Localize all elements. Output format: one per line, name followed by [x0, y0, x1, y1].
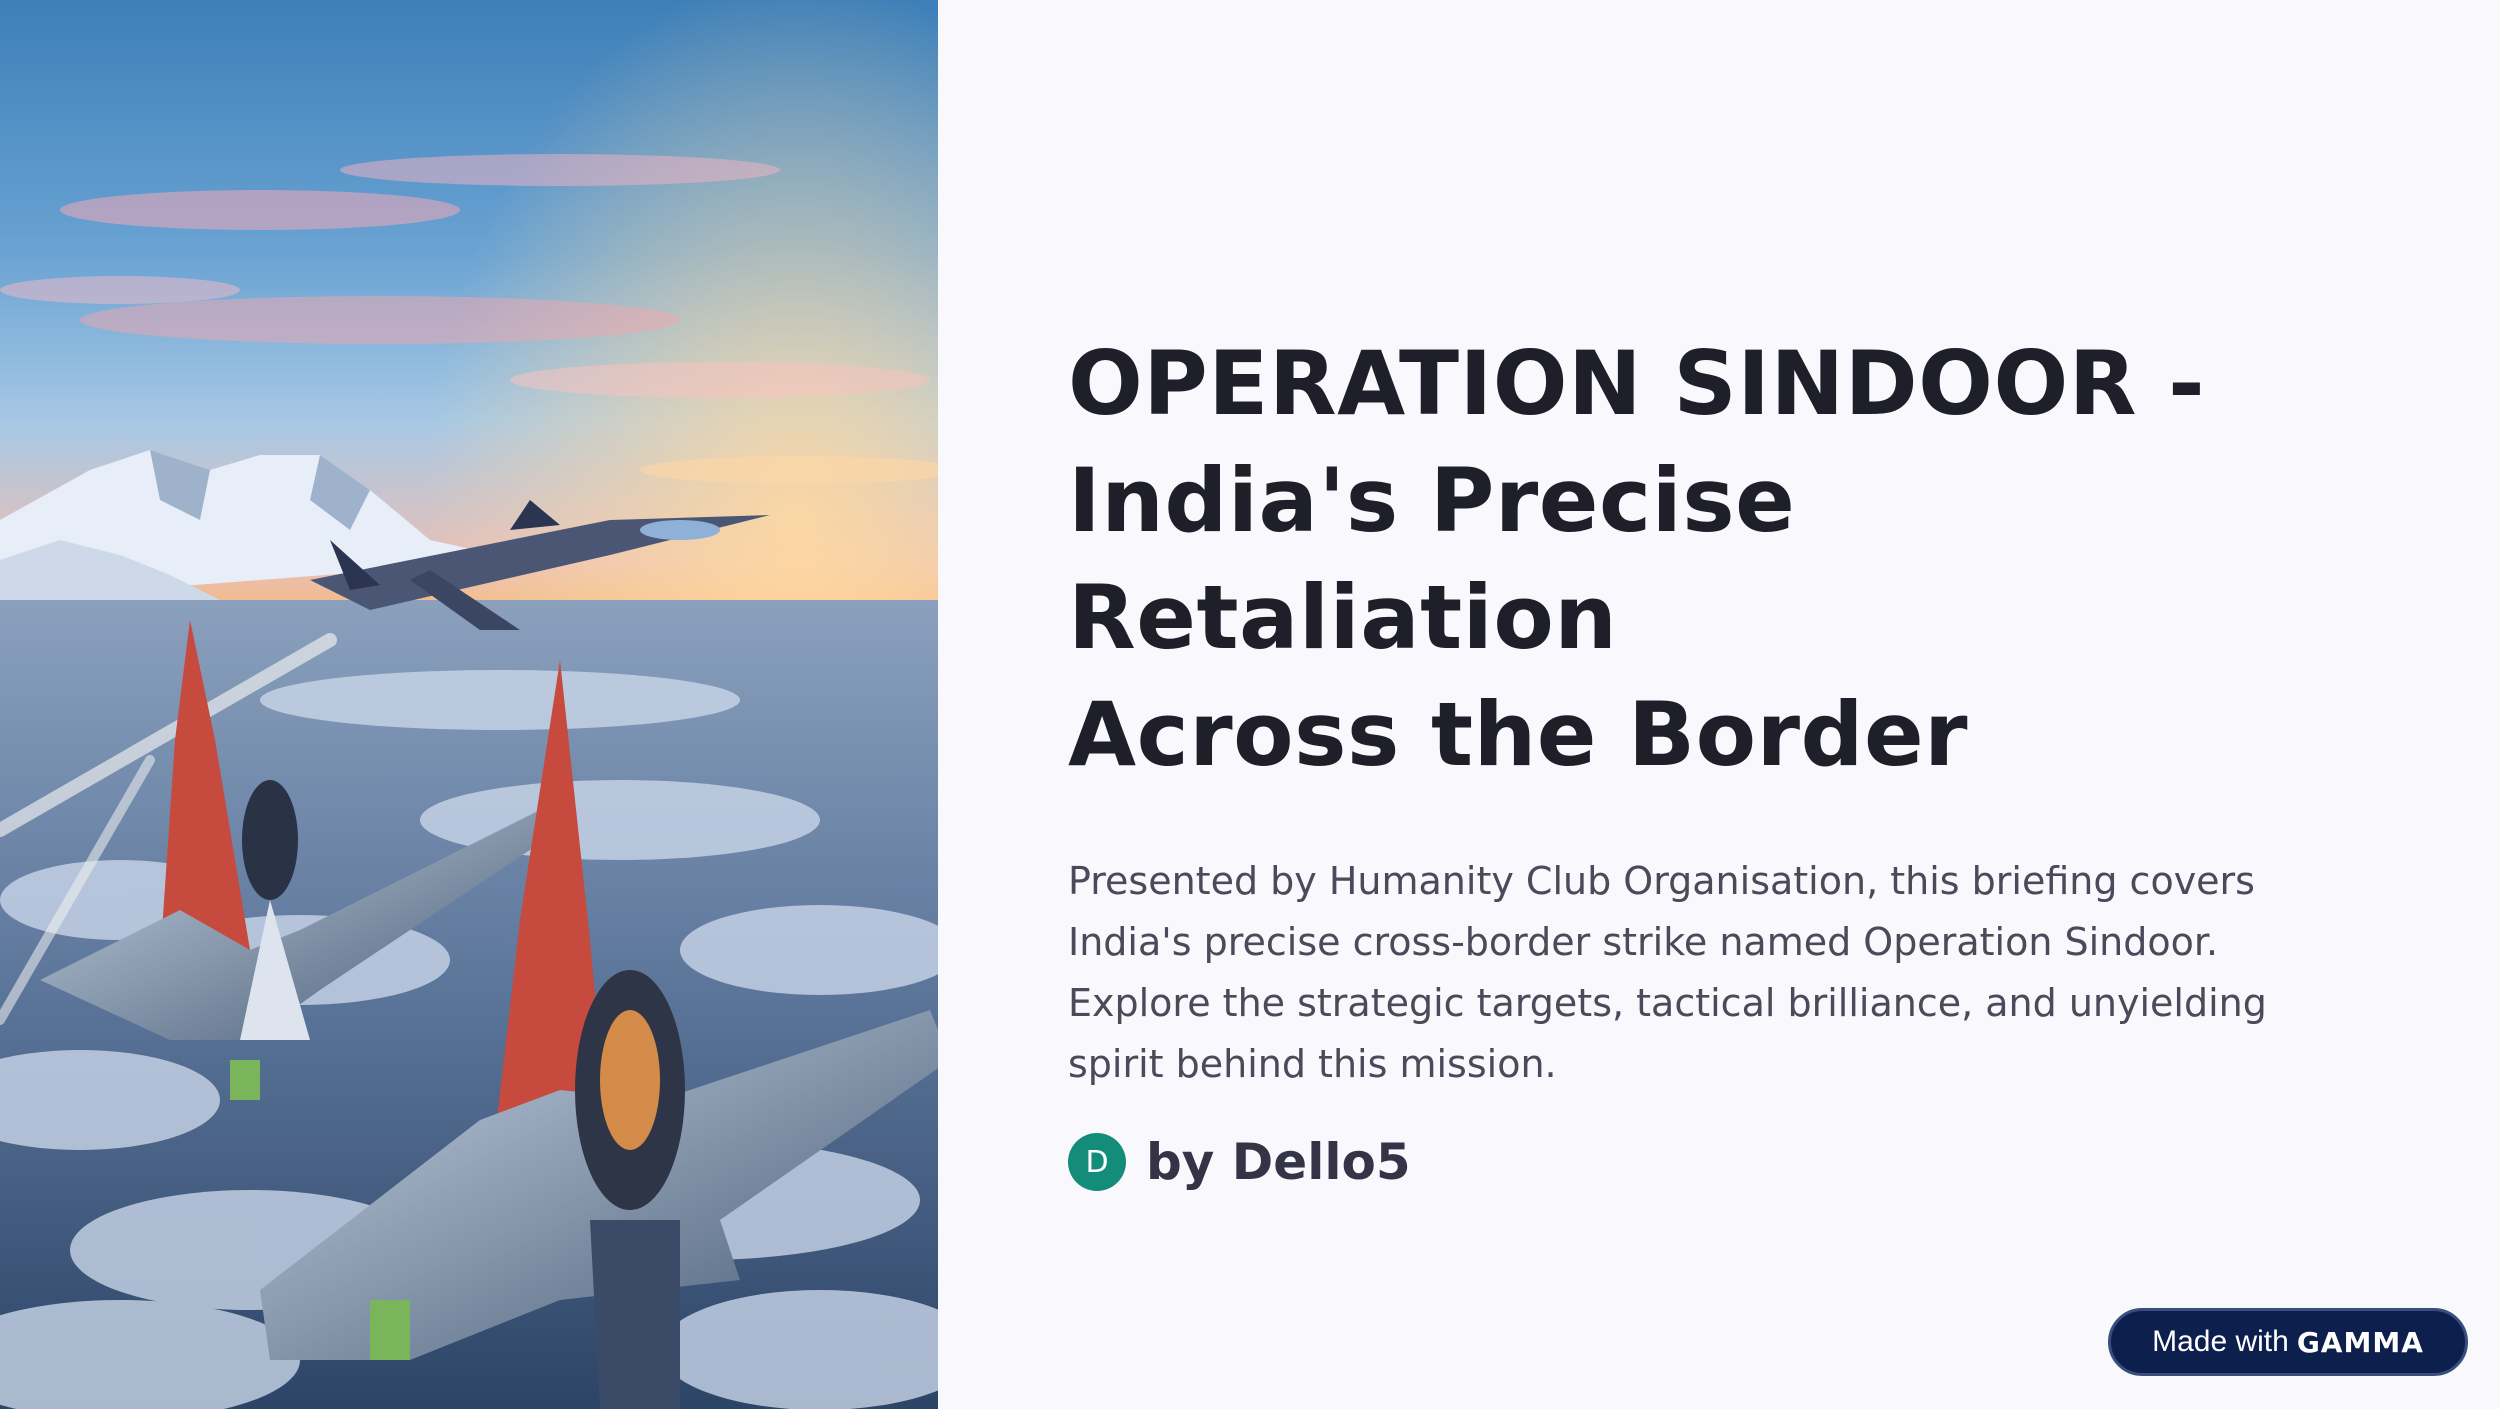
badge-prefix: Made with — [2152, 1325, 2289, 1358]
gamma-logo: GAMMA — [2296, 1325, 2424, 1359]
slide-content: OPERATION SINDOOR - India's Precise Reta… — [1068, 325, 2368, 1191]
author-name: by Dello5 — [1146, 1133, 1411, 1191]
fighter-jets-illustration — [0, 0, 938, 1409]
slide-description: Presented by Humanity Club Organisation,… — [1068, 859, 2267, 1086]
title-line-2: India's Precise Retaliation — [1068, 449, 1796, 669]
title-line-3: Across the Border — [1068, 683, 1969, 786]
avatar: D — [1068, 1133, 1126, 1191]
hero-image — [0, 0, 938, 1409]
title-line-1: OPERATION SINDOOR - — [1068, 332, 2206, 435]
slide-title: OPERATION SINDOOR - India's Precise Reta… — [1068, 325, 2368, 793]
made-with-gamma-badge[interactable]: Made with GAMMA — [2108, 1308, 2468, 1376]
author-row: D by Dello5 — [1068, 1133, 2368, 1191]
